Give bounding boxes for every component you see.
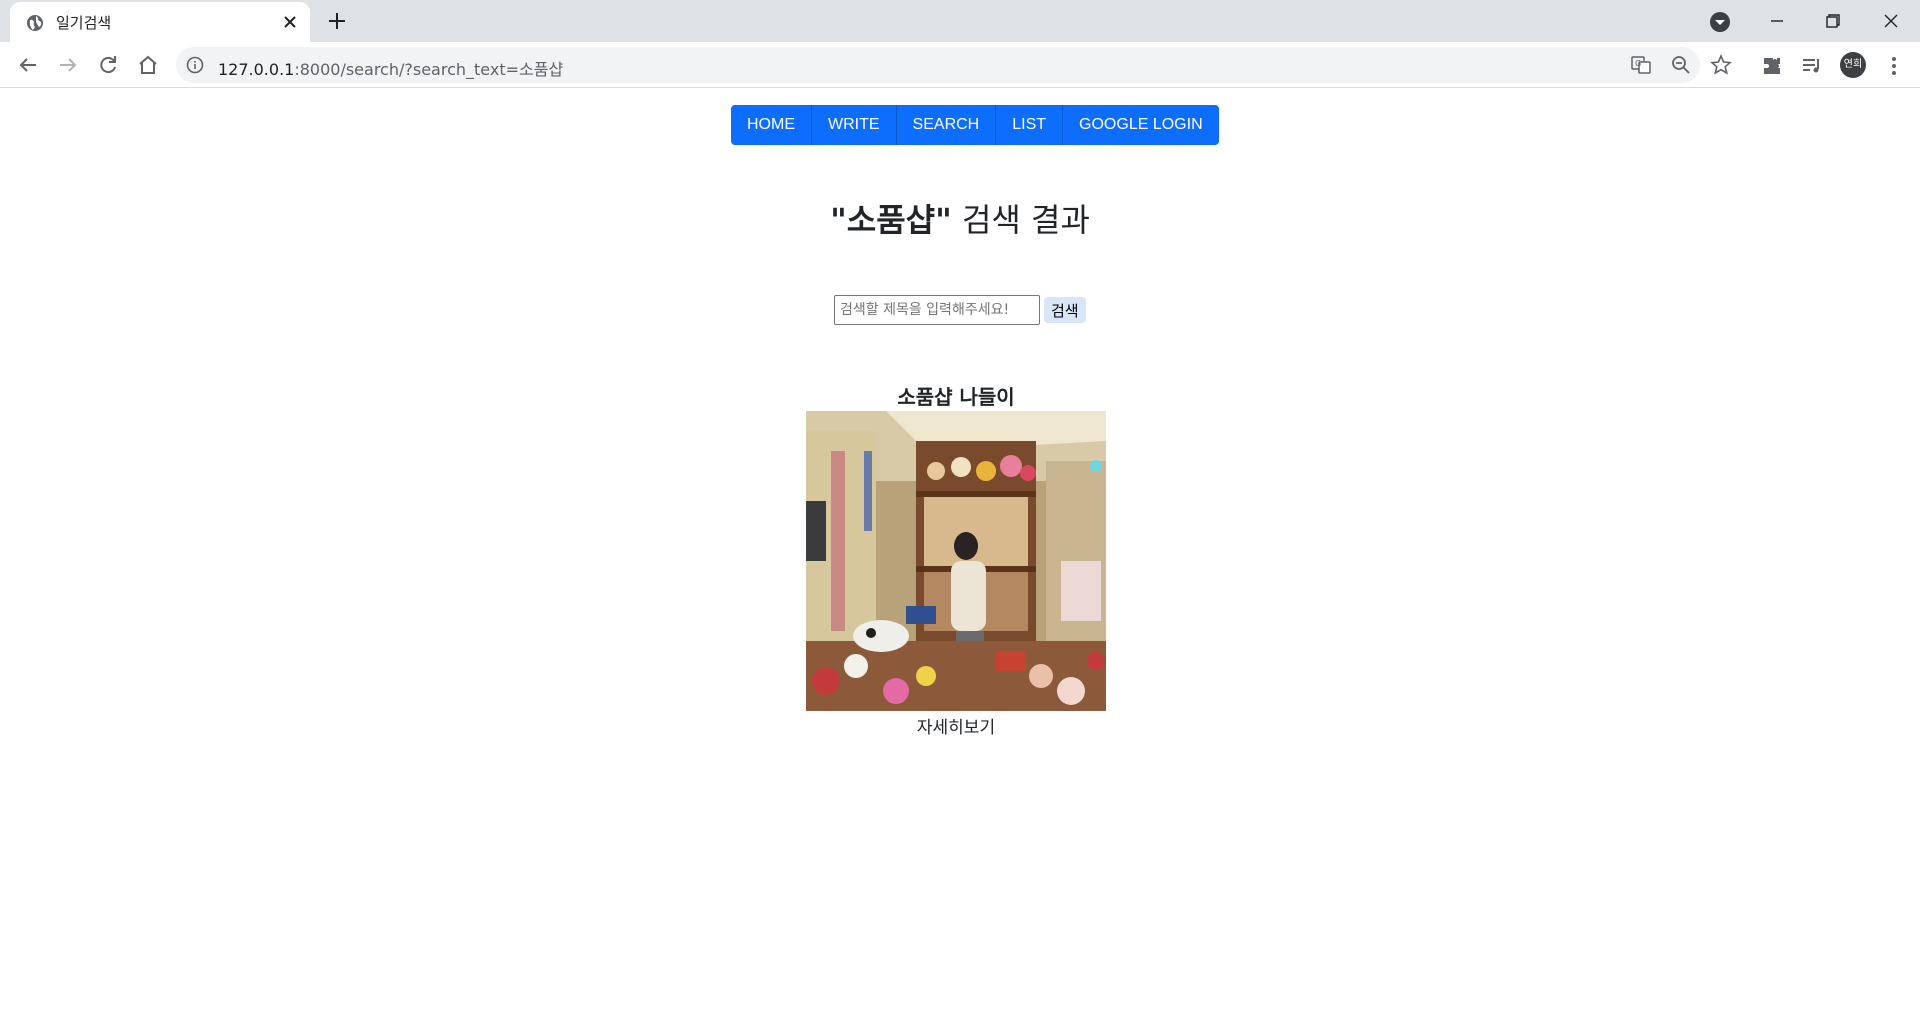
window-close-icon[interactable]	[1878, 8, 1904, 34]
page-title: "소품샵" 검색 결과	[0, 195, 1920, 241]
globe-icon	[27, 15, 43, 31]
minimize-icon[interactable]	[1764, 8, 1790, 34]
url-text[interactable]: 127.0.0.1:8000/search/?search_text=소품샵	[218, 56, 563, 80]
zoom-out-icon[interactable]	[1670, 54, 1692, 76]
close-icon[interactable]	[280, 12, 300, 32]
tab-search-icon[interactable]	[1708, 10, 1732, 34]
search-form: 검색	[834, 295, 1086, 325]
svg-text:G: G	[1635, 59, 1641, 68]
browser-toolbar: 127.0.0.1:8000/search/?search_text=소품샵 G…	[0, 42, 1920, 88]
tab-strip: 일기검색	[0, 0, 1920, 42]
url-path: :8000/search/?search_text=소품샵	[294, 60, 564, 79]
back-icon[interactable]	[14, 51, 42, 79]
result-card: 소품샵 나들이 자세히보기	[806, 383, 1106, 738]
reload-icon[interactable]	[94, 51, 122, 79]
nav-search[interactable]: SEARCH	[897, 105, 997, 145]
page-title-suffix: 검색 결과	[951, 201, 1090, 239]
media-control-icon[interactable]	[1800, 54, 1824, 78]
address-bar[interactable]: 127.0.0.1:8000/search/?search_text=소품샵 G	[176, 47, 1732, 83]
extensions-icon[interactable]	[1760, 54, 1784, 78]
nav-list[interactable]: LIST	[996, 105, 1064, 145]
forward-icon[interactable]	[54, 51, 82, 79]
nav-home[interactable]: HOME	[731, 105, 812, 145]
search-query: "소품샵"	[830, 201, 952, 239]
tab-title: 일기검색	[56, 14, 112, 32]
info-icon[interactable]	[186, 56, 204, 74]
home-icon[interactable]	[134, 51, 162, 79]
url-host: 127.0.0.1	[218, 60, 295, 79]
browser-tab[interactable]: 일기검색	[10, 2, 310, 42]
search-input[interactable]	[834, 295, 1040, 325]
result-photo[interactable]	[806, 411, 1106, 711]
bookmark-star-icon[interactable]	[1710, 54, 1732, 76]
restore-icon[interactable]	[1820, 8, 1846, 34]
site-nav: HOME WRITE SEARCH LIST GOOGLE LOGIN	[731, 105, 1219, 145]
more-menu-icon[interactable]	[1882, 54, 1906, 78]
nav-google-login[interactable]: GOOGLE LOGIN	[1063, 105, 1219, 145]
page-content: HOME WRITE SEARCH LIST GOOGLE LOGIN "소품샵…	[0, 89, 1920, 1024]
search-button[interactable]: 검색	[1044, 297, 1086, 323]
new-tab-icon[interactable]	[326, 10, 348, 32]
translate-icon[interactable]: G	[1630, 54, 1652, 76]
detail-link[interactable]: 자세히보기	[806, 713, 1106, 738]
nav-write[interactable]: WRITE	[812, 105, 897, 145]
profile-avatar[interactable]: 연희	[1840, 52, 1866, 78]
result-title: 소품샵 나들이	[897, 385, 1015, 409]
